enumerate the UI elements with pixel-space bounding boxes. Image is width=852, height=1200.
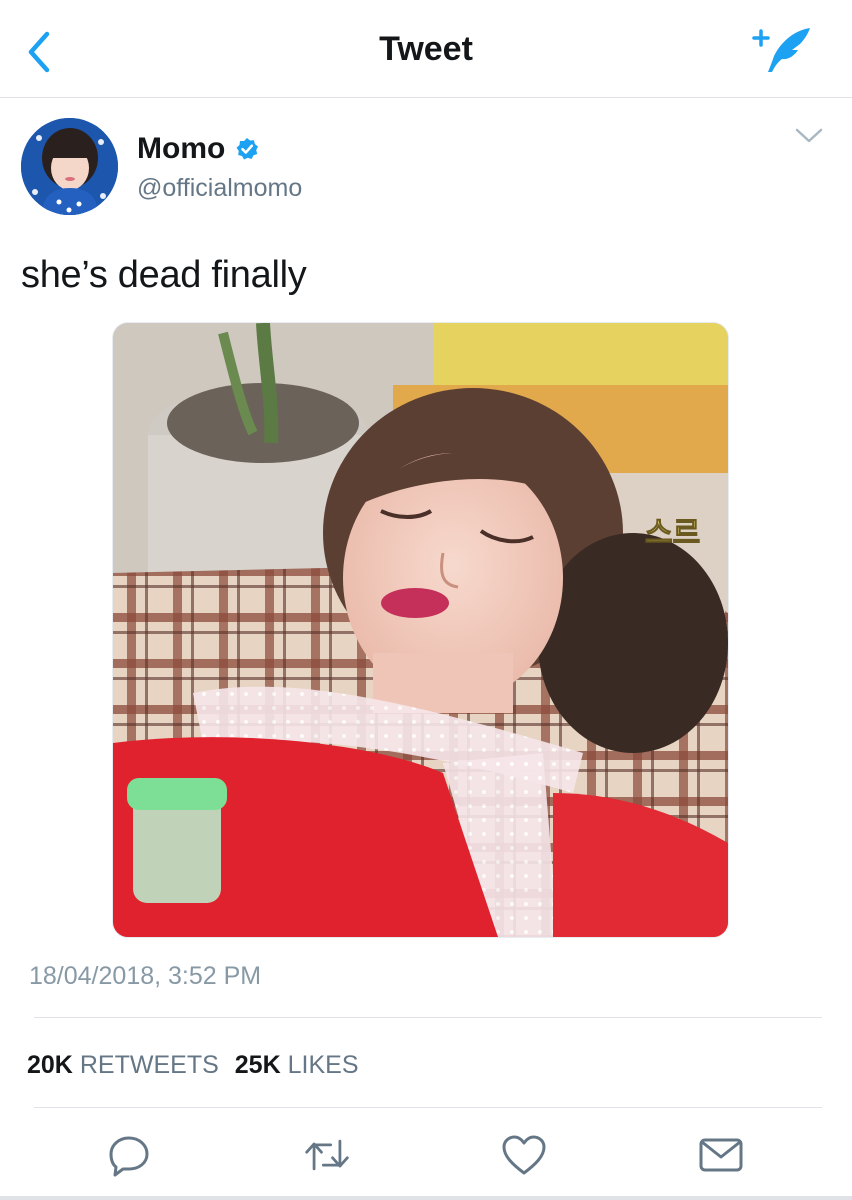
tweet-actions xyxy=(0,1113,852,1200)
navigation-bar: Tweet xyxy=(0,0,852,98)
likes-label: LIKES xyxy=(287,1051,359,1079)
user-name[interactable]: Momo xyxy=(137,132,259,166)
chevron-down-icon xyxy=(795,128,823,143)
compose-button[interactable] xyxy=(748,22,818,78)
like-icon xyxy=(502,1135,546,1175)
like-button[interactable] xyxy=(500,1131,548,1179)
likes-count: 25K xyxy=(234,1051,281,1079)
divider xyxy=(0,1196,852,1200)
share-dm-button[interactable] xyxy=(697,1131,745,1179)
reply-icon xyxy=(109,1136,149,1177)
tweet-stats: 20K RETWEETS 25K LIKES xyxy=(27,1051,359,1080)
user-handle[interactable]: @officialmomo xyxy=(137,174,302,203)
retweet-icon xyxy=(305,1139,349,1171)
retweets-count: 20K xyxy=(27,1051,73,1079)
profile-photo xyxy=(21,118,118,215)
reply-button[interactable] xyxy=(105,1131,153,1179)
more-options-button[interactable] xyxy=(794,126,824,146)
display-name: Momo xyxy=(137,132,226,165)
tweet-media-image[interactable]: 스르 xyxy=(112,322,729,938)
verified-badge-icon xyxy=(236,138,259,160)
likes-stat[interactable]: 25K LIKES xyxy=(235,1051,359,1080)
page-title: Tweet xyxy=(379,30,473,68)
divider xyxy=(34,1017,822,1018)
avatar[interactable] xyxy=(21,118,118,215)
share-icon xyxy=(699,1138,743,1172)
retweets-label: RETWEETS xyxy=(79,1051,219,1079)
tweet-text: she’s dead finally xyxy=(21,254,307,296)
retweet-button[interactable] xyxy=(303,1131,351,1179)
sleeping-girl-photo: 스르 xyxy=(113,323,728,937)
tweet-detail: Momo @officialmomo she’s dead finally 스르… xyxy=(0,98,852,1200)
divider xyxy=(34,1107,822,1108)
retweets-stat[interactable]: 20K RETWEETS xyxy=(27,1051,219,1080)
compose-feather-icon xyxy=(752,28,810,72)
tweet-timestamp: 18/04/2018, 3:52 PM xyxy=(29,962,262,990)
media-overlay-text: 스르 xyxy=(645,516,700,551)
